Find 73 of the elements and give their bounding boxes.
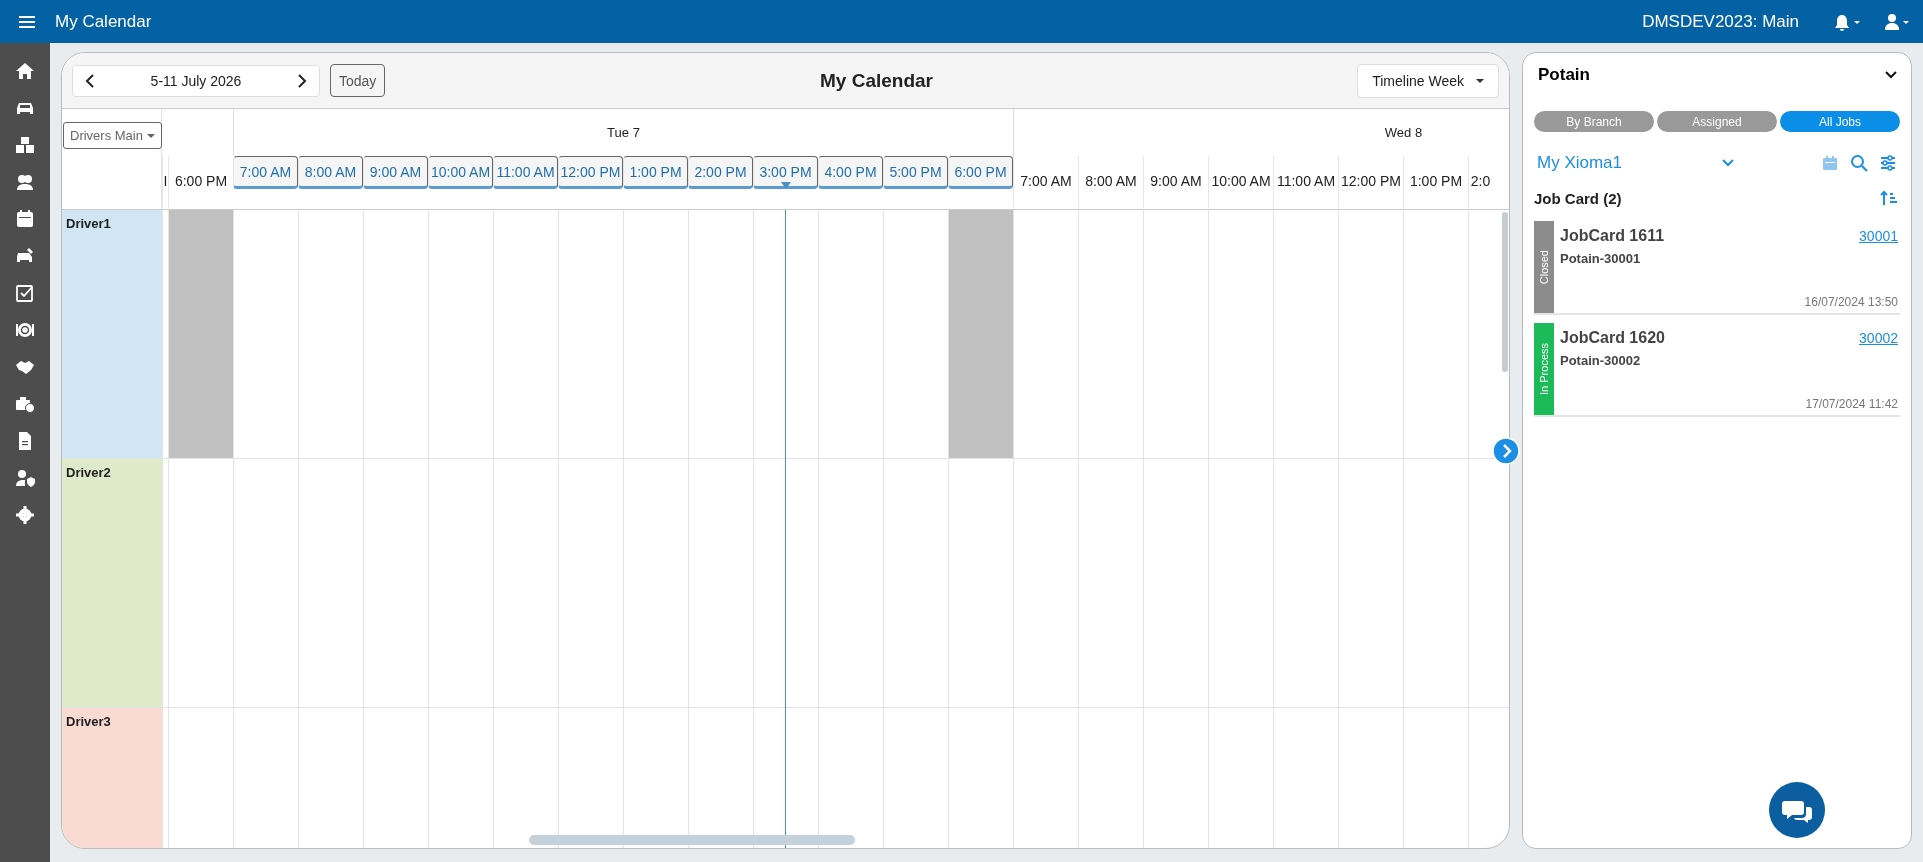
time-label: 8:00 AM: [1085, 173, 1137, 189]
time-label: 10:00 AM: [430, 163, 491, 180]
time-label: 12:00 PM: [560, 163, 621, 180]
next-chevron-icon[interactable]: [297, 72, 307, 89]
horizontal-scrollbar[interactable]: [529, 835, 855, 845]
status-label: Closed: [1538, 249, 1550, 285]
today-button[interactable]: Today: [330, 64, 386, 97]
filter-dropdown[interactable]: My Xioma1: [1534, 153, 1738, 173]
calendar-icon[interactable]: [15, 209, 35, 229]
current-time-marker-icon: [780, 182, 791, 189]
search-icon[interactable]: [1850, 154, 1868, 172]
time-label: 12:00 PM: [1341, 173, 1401, 189]
driver-name: Driver2: [66, 465, 111, 480]
job-date: 16/07/2024 13:50: [1804, 295, 1898, 309]
menu-icon[interactable]: [19, 14, 35, 29]
view-dropdown[interactable]: Timeline Week: [1357, 63, 1499, 98]
resource-group-dropdown[interactable]: Drivers Main: [63, 122, 162, 149]
time-label: 4:00 PM: [824, 163, 877, 180]
day-header: Wed 8: [1384, 125, 1423, 140]
time-label: 2:00 PM: [694, 163, 747, 180]
time-label: 3:00 PM: [759, 163, 812, 180]
driver-name: Driver3: [66, 714, 111, 729]
time-label: 6:00 PM: [174, 173, 228, 189]
time-label: 11:00 AM: [1276, 173, 1336, 189]
job-title: JobCard 1620: [1560, 329, 1665, 347]
time-label: I: [163, 173, 168, 189]
time-label: 9:00 AM: [1150, 173, 1202, 189]
chevron-down-icon: [1722, 159, 1735, 167]
user-icon[interactable]: [1883, 11, 1911, 32]
user-shield-icon[interactable]: [15, 468, 35, 488]
time-label: 9:00 AM: [369, 163, 422, 180]
time-label: 7:00 AM: [1020, 173, 1072, 189]
calendar-title: My Calendar: [820, 70, 933, 92]
driver-name: Driver1: [66, 216, 111, 231]
job-date: 17/07/2024 11:42: [1805, 397, 1898, 411]
day-header: Tue 7: [607, 125, 640, 140]
chat-icon[interactable]: [1769, 782, 1825, 838]
panel-title: Potain: [1538, 65, 1590, 85]
home-icon[interactable]: [15, 61, 35, 81]
people-icon[interactable]: [15, 172, 35, 192]
briefcase-clock-icon[interactable]: [15, 394, 35, 414]
caret-icon: [1476, 78, 1484, 83]
status-label: In Process: [1538, 343, 1550, 395]
previous-chevron-icon[interactable]: [85, 72, 95, 89]
time-label: 10:00 AM: [1211, 173, 1271, 189]
time-label: 1:00 PM: [1409, 173, 1463, 189]
filter-tab[interactable]: All Jobs: [1780, 111, 1900, 132]
job-number-link[interactable]: 30002: [1859, 330, 1898, 346]
time-label: 5:00 PM: [889, 163, 942, 180]
expand-chevron-icon[interactable]: [1492, 437, 1520, 465]
sliders-icon[interactable]: [1880, 155, 1896, 171]
job-title: JobCard 1611: [1560, 227, 1665, 245]
time-label: 6:00 PM: [954, 163, 1007, 180]
caret-icon: [146, 133, 155, 138]
workspace-label[interactable]: DMSDEV2023: Main: [1642, 11, 1799, 32]
time-label: 1:00 PM: [629, 163, 682, 180]
time-label: 2:0: [1470, 173, 1491, 189]
time-label: 11:00 AM: [496, 163, 555, 180]
checkbox-icon[interactable]: [15, 283, 35, 303]
job-subtitle: Potain-30002: [1560, 353, 1642, 368]
job-number-link[interactable]: 30001: [1859, 228, 1898, 244]
date-range[interactable]: 5-11 July 2026: [150, 72, 242, 89]
job-subtitle: Potain-30001: [1560, 251, 1642, 266]
list-title: Job Card (2): [1534, 189, 1622, 207]
chevron-down-icon[interactable]: [1885, 71, 1897, 79]
vertical-scrollbar[interactable]: [1502, 212, 1508, 372]
boxes-icon[interactable]: [15, 135, 35, 155]
job-card[interactable]: In Process JobCard 1620 30002 Potain-30002 17/07/2024 11:42: [1534, 323, 1900, 417]
job-card[interactable]: Closed JobCard 1611 30001 Potain-30001 16/07/2024 13:50: [1534, 221, 1900, 315]
sort-icon[interactable]: [1880, 190, 1898, 206]
time-label: 7:00 AM: [239, 163, 292, 180]
app-title: My Calendar: [55, 11, 152, 32]
time-label: 8:00 AM: [304, 163, 357, 180]
